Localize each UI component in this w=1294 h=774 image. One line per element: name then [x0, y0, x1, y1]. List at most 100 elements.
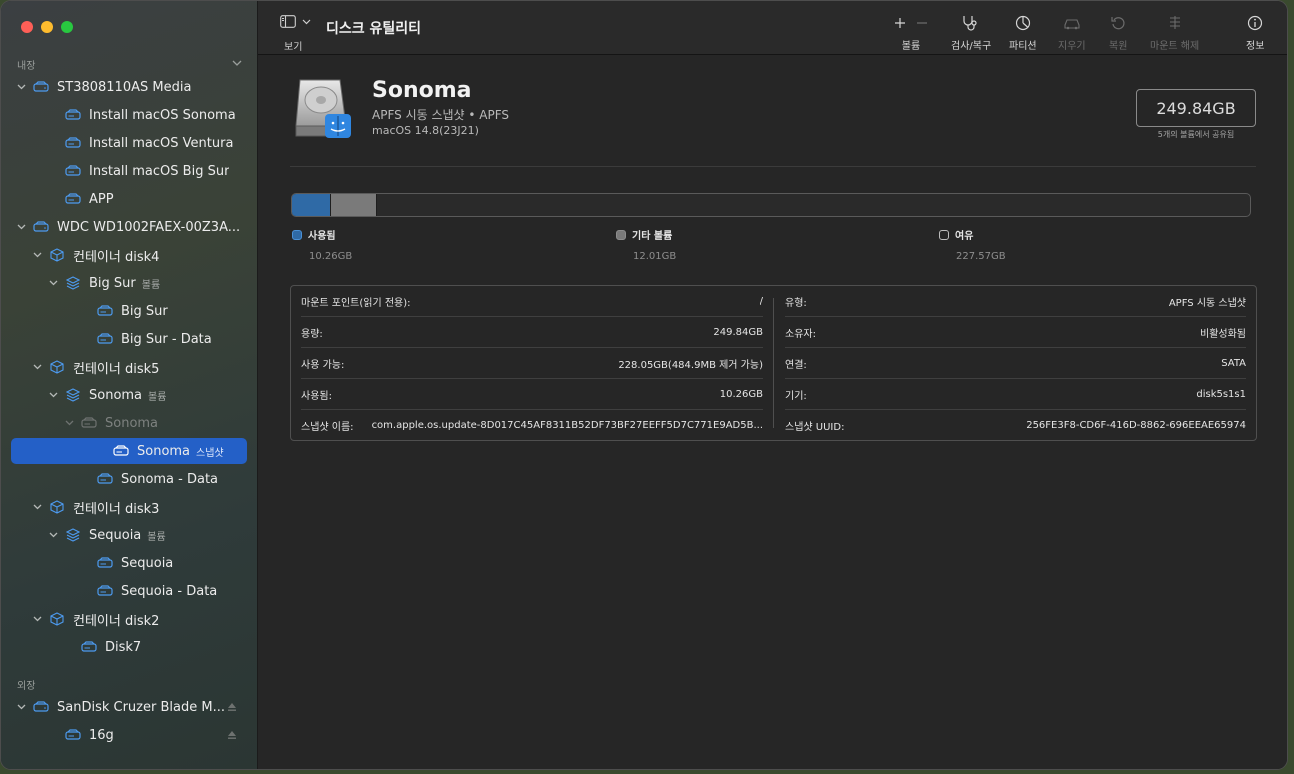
sidebar-item[interactable]: Big Sur 볼륨: [11, 270, 247, 296]
sidebar-item[interactable]: Sonoma 스냅샷: [11, 438, 247, 464]
chevron-down-icon[interactable]: [15, 701, 27, 713]
capacity-note: 5개의 볼륨에서 공유됨: [1157, 130, 1235, 139]
external-drive-icon: [33, 220, 49, 234]
info-row: 연결: SATA: [785, 348, 1246, 379]
stethoscope-icon: [963, 16, 977, 31]
sidebar-item[interactable]: 컨테이너 disk2: [11, 606, 247, 632]
minimize-window-button[interactable]: [41, 21, 53, 33]
eject-icon[interactable]: [227, 729, 237, 739]
volume-icon: [65, 108, 81, 122]
chevron-down-icon[interactable]: [31, 249, 43, 261]
volume-icon: [113, 444, 129, 458]
sidebar-item[interactable]: Install macOS Sonoma: [11, 102, 247, 128]
chevron-down-icon[interactable]: [15, 81, 27, 93]
car-icon: [1064, 19, 1080, 30]
sidebar-item-label: WDC WD1002FAEX-00Z3A...: [57, 219, 241, 235]
partition-button[interactable]: 파티션: [1009, 14, 1037, 52]
volume-icon: [97, 556, 113, 570]
info-key: 용량:: [301, 328, 323, 340]
sidebar-item[interactable]: 컨테이너 disk4: [11, 242, 247, 268]
volume-tool[interactable]: 볼륨: [894, 14, 928, 52]
sidebar-item-sublabel: 스냅샷: [196, 447, 224, 459]
info-row: 스냅샷 이름: com.apple.os.update-8D017C45AF831…: [301, 410, 763, 441]
sidebar-item[interactable]: 컨테이너 disk5: [11, 354, 247, 380]
view-button[interactable]: [280, 15, 311, 28]
volume-stack-icon: [65, 276, 81, 290]
close-window-button[interactable]: [21, 21, 33, 33]
chevron-down-icon[interactable]: [47, 277, 59, 289]
info-key: 사용 가능:: [301, 359, 345, 371]
unmount-button[interactable]: 마운트 해제: [1150, 14, 1199, 52]
sidebar-item-label: Sonoma: [137, 443, 191, 459]
sidebar-item[interactable]: APP: [11, 186, 247, 212]
volume-icon: [97, 332, 113, 346]
sidebar-item[interactable]: SanDisk Cruzer Blade M...: [11, 694, 247, 720]
container-icon: [49, 612, 65, 626]
minus-icon[interactable]: [916, 17, 928, 29]
sidebar-item[interactable]: Sequoia: [11, 550, 247, 576]
info-button[interactable]: 정보: [1246, 14, 1264, 52]
info-key: 기기:: [785, 390, 807, 402]
chevron-down-icon[interactable]: [47, 389, 59, 401]
chevron-down-icon[interactable]: [63, 417, 75, 429]
sidebar-item-label: 컨테이너 disk3: [73, 501, 160, 517]
sidebar-item[interactable]: WDC WD1002FAEX-00Z3A...: [11, 214, 247, 240]
plus-icon[interactable]: [894, 17, 906, 29]
sidebar-item-label: Install macOS Big Sur: [89, 163, 230, 179]
sidebar-item[interactable]: Sonoma: [11, 410, 247, 436]
info-label: 정보: [1246, 41, 1265, 52]
hard-disk-icon: [295, 79, 351, 138]
sidebar-item[interactable]: Install macOS Big Sur: [11, 158, 247, 184]
info-value: 10.26GB: [719, 388, 763, 400]
legend-label-other: 기타 볼륨: [632, 231, 673, 242]
eject-icon[interactable]: [227, 701, 237, 711]
sidebar-item-label: 컨테이너 disk5: [73, 361, 160, 377]
sidebar-item-label: 16g: [89, 727, 114, 743]
legend-other: 기타 볼륨 12.01GB: [616, 227, 676, 262]
info-key: 사용됨:: [301, 390, 332, 402]
sidebar-item[interactable]: Sonoma 볼륨: [11, 382, 247, 408]
info-value: SATA: [1221, 357, 1246, 369]
volume-icon: [81, 416, 97, 430]
restore-label: 복원: [1109, 41, 1128, 52]
legend-value-used: 10.26GB: [309, 251, 353, 262]
capacity-box: 249.84GB: [1136, 89, 1256, 127]
sidebar-item[interactable]: Big Sur: [11, 298, 247, 324]
chevron-down-icon[interactable]: [31, 361, 43, 373]
sidebar-item[interactable]: Install macOS Ventura: [11, 130, 247, 156]
chevron-down-icon[interactable]: [47, 529, 59, 541]
chevron-down-icon[interactable]: [31, 501, 43, 513]
sidebar-item[interactable]: 컨테이너 disk3: [11, 494, 247, 520]
sidebar-item[interactable]: Big Sur - Data: [11, 326, 247, 352]
sidebar-item[interactable]: 16g: [11, 722, 247, 748]
sidebar-item[interactable]: Disk7: [11, 634, 247, 660]
chevron-down-icon[interactable]: [31, 613, 43, 625]
section-label-external: 외장: [17, 681, 36, 692]
info-row: 소유자: 비활성화됨: [785, 317, 1246, 348]
window-controls: [21, 21, 73, 33]
sidebar-item[interactable]: Sequoia 볼륨: [11, 522, 247, 548]
sidebar-item-sublabel: 볼륨: [147, 531, 166, 543]
first-aid-button[interactable]: 검사/복구: [951, 14, 991, 52]
sidebar-item-label: Install macOS Ventura: [89, 135, 234, 151]
sidebar-item[interactable]: ST3808110AS Media: [11, 74, 247, 100]
info-column-right: 유형: APFS 시동 스냅샷 소유자: 비활성화됨 연결: SATA 기기: disk5s1…: [775, 286, 1256, 440]
chevron-down-icon[interactable]: [231, 57, 243, 69]
info-value: 비활성화됨: [1200, 328, 1246, 340]
volume-icon: [65, 728, 81, 742]
sidebar-item[interactable]: Sequoia - Data: [11, 578, 247, 604]
sidebar-item-label: 컨테이너 disk4: [73, 249, 160, 265]
info-row: 용량: 249.84GB: [301, 317, 763, 348]
usage-segment-used: [292, 194, 331, 216]
legend-swatch-free: [939, 229, 949, 240]
chevron-down-icon[interactable]: [15, 221, 27, 233]
sidebar-item[interactable]: Sonoma - Data: [11, 466, 247, 492]
zoom-window-button[interactable]: [61, 21, 73, 33]
info-key: 유형:: [785, 297, 807, 309]
main-panel: Sonoma APFS 시동 스냅샷 • APFS macOS 14.8(23J…: [258, 56, 1287, 769]
info-row: 유형: APFS 시동 스냅샷: [785, 286, 1246, 317]
restore-button[interactable]: 복원: [1109, 14, 1127, 52]
erase-button[interactable]: 지우기: [1058, 14, 1086, 52]
info-row: 기기: disk5s1s1: [785, 379, 1246, 410]
info-value: com.apple.os.update-8D017C45AF8311B52DF7…: [371, 420, 763, 431]
